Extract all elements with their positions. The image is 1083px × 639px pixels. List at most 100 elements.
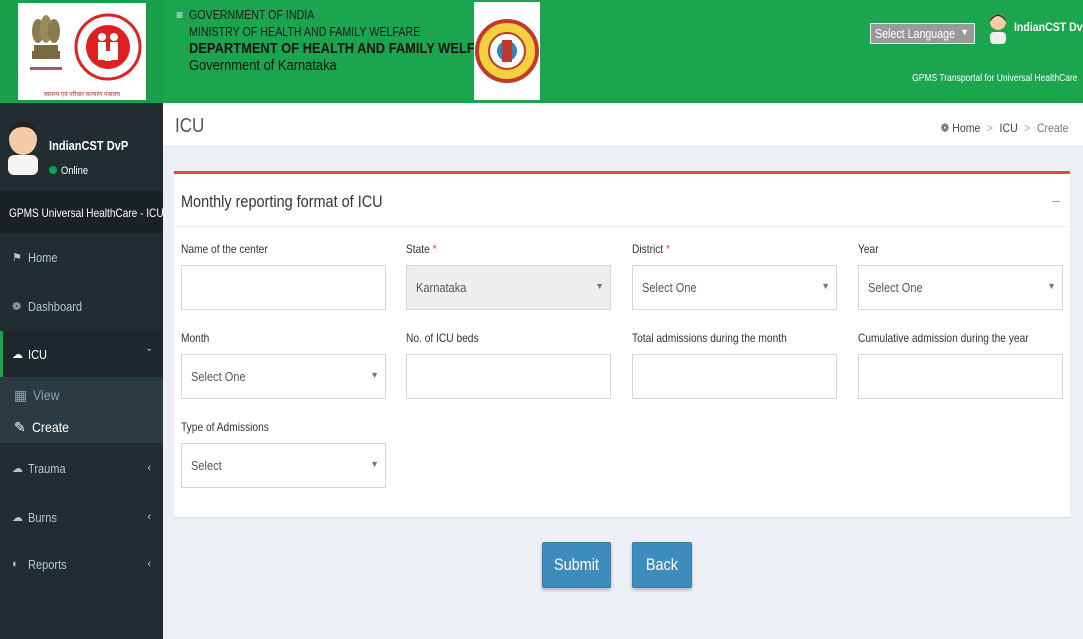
form-title: Monthly reporting format of ICU — [181, 192, 383, 211]
month-select[interactable]: Select One ▼ — [181, 354, 386, 399]
submenu-item-label: Create — [31, 419, 69, 435]
chevron-down-icon: ▼ — [1047, 281, 1056, 291]
cloud-icon: ☁ — [12, 462, 23, 475]
admission-type-value: Select — [191, 458, 222, 473]
center-name-label: Name of the center — [181, 242, 268, 256]
center-name-label-text: Name of the center — [181, 242, 268, 256]
icu-beds-label-text: No. of ICU beds — [406, 331, 479, 345]
form-box: Monthly reporting format of ICU – Name o… — [174, 171, 1070, 517]
logo-caption: स्वास्थ्य एवं परिवार कल्याण मंत्रालय — [43, 92, 121, 98]
top-header: स्वास्थ्य एवं परिवार कल्याण मंत्रालय ≡ G… — [0, 0, 1083, 103]
user-status: Online — [49, 165, 93, 177]
sidebar-item-reports[interactable]: ◐ Reports ‹ — [0, 541, 163, 587]
total-admissions-label-text: Total admissions during the month — [632, 331, 787, 345]
cumulative-admission-input[interactable] — [858, 354, 1063, 399]
sidebar-user-name: IndianCST DvP — [49, 138, 129, 153]
sidebar-item-burns[interactable]: ☁ Burns ‹ — [0, 494, 163, 540]
national-emblem-icon — [30, 15, 62, 70]
sidebar-item-label: Home — [28, 249, 58, 265]
district-label: District * — [632, 242, 670, 256]
breadcrumb: ❁ Home > ICU > Create — [941, 121, 1069, 135]
menu-toggle-icon[interactable]: ≡ — [176, 8, 183, 22]
admission-type-label-text: Type of Admissions — [181, 420, 269, 434]
submit-button-label: Submit — [554, 555, 599, 574]
edit-icon: ✎ — [14, 419, 26, 435]
back-button-label: Back — [645, 555, 679, 574]
district-select[interactable]: Select One ▼ — [632, 265, 837, 310]
district-label-text: District — [632, 242, 664, 256]
icu-beds-label: No. of ICU beds — [406, 331, 479, 345]
divider — [174, 226, 1070, 227]
breadcrumb-current: Create — [1037, 121, 1069, 135]
sidebar-item-icu[interactable]: ☁ ICU ˇ — [0, 331, 163, 377]
admission-type-select[interactable]: Select ▼ — [181, 443, 386, 488]
submenu-item-view[interactable]: ▦ View — [14, 387, 63, 404]
sidebar-item-dashboard[interactable]: ❁ Dashboard — [0, 283, 163, 329]
chevron-down-icon: ▼ — [370, 459, 379, 469]
year-label: Year — [858, 242, 879, 256]
chevron-down-icon: ▼ — [595, 281, 604, 291]
breadcrumb-separator: > — [987, 121, 994, 135]
gov-line-1: GOVERNMENT OF INDIA — [189, 7, 315, 22]
district-value: Select One — [642, 280, 697, 295]
home-icon: ⚑ — [12, 251, 22, 264]
required-marker: * — [666, 242, 670, 256]
collapse-icon[interactable]: – — [1052, 192, 1060, 208]
gov-line-4: Government of Karnataka — [189, 57, 337, 74]
sidebar-item-label: ICU — [28, 346, 48, 362]
month-label: Month — [181, 331, 209, 345]
cloud-icon: ☁ — [12, 348, 23, 361]
dashboard-icon: ❁ — [940, 121, 950, 135]
month-value: Select One — [191, 369, 246, 384]
user-status-text: Online — [61, 165, 89, 177]
breadcrumb-home[interactable]: Home — [953, 121, 981, 135]
center-name-input[interactable] — [181, 265, 386, 310]
page-title: ICU — [175, 115, 205, 137]
submenu-item-label: View — [33, 387, 60, 403]
month-label-text: Month — [181, 331, 210, 345]
dashboard-icon: ❁ — [12, 300, 22, 313]
back-button[interactable]: Back — [632, 542, 692, 588]
sidebar-section-header: GPMS Universal HealthCare - ICU — [0, 191, 164, 233]
sidebar-item-trauma[interactable]: ☁ Trauma ‹ — [0, 445, 163, 491]
state-value: Karnataka — [416, 280, 467, 295]
cumulative-admission-label-text: Cumulative admission during the year — [858, 331, 1029, 345]
submenu-item-create[interactable]: ✎ Create — [14, 419, 74, 436]
breadcrumb-section[interactable]: ICU — [1000, 121, 1018, 135]
online-dot-icon — [49, 166, 57, 174]
sidebar-item-home[interactable]: ⚑ Home — [0, 234, 163, 280]
sidebar-item-label: Reports — [28, 556, 67, 572]
content-header: ICU ❁ Home > ICU > Create — [163, 103, 1083, 147]
logo-panel: स्वास्थ्य एवं परिवार कल्याण मंत्रालय — [18, 3, 146, 100]
chevron-down-icon: ▼ — [960, 27, 969, 37]
sidebar-item-label: Dashboard — [28, 298, 83, 314]
gov-line-2: MINISTRY OF HEALTH AND FAMILY WELFARE — [189, 24, 421, 39]
sidebar-header-text: GPMS Universal HealthCare - ICU — [9, 206, 164, 220]
submit-button[interactable]: Submit — [542, 542, 611, 588]
total-admissions-label: Total admissions during the month — [632, 331, 787, 345]
header-user-name[interactable]: IndianCST DvP — [1014, 20, 1083, 34]
language-select[interactable]: Select Language ▼ — [870, 23, 975, 44]
required-marker: * — [432, 242, 437, 256]
gov-line-3: DEPARTMENT OF HEALTH AND FAMILY WELFARE — [189, 40, 502, 57]
karnataka-emblem-icon — [475, 19, 539, 83]
icu-beds-input[interactable] — [406, 354, 611, 399]
chevron-down-icon: ▼ — [370, 370, 379, 380]
table-icon: ▦ — [14, 387, 28, 403]
cumulative-admission-label: Cumulative admission during the year — [858, 331, 1029, 345]
chevron-down-icon: ˇ — [147, 348, 151, 360]
admission-type-label: Type of Admissions — [181, 420, 269, 434]
user-avatar-icon — [8, 121, 38, 175]
logo-area: स्वास्थ्य एवं परिवार कल्याण मंत्रालय — [0, 0, 163, 103]
language-select-value: Select Language — [875, 26, 956, 41]
total-admissions-input[interactable] — [632, 354, 837, 399]
nhm-logo-icon — [74, 13, 142, 81]
cloud-icon: ☁ — [12, 511, 23, 524]
breadcrumb-separator: > — [1024, 121, 1031, 135]
year-select[interactable]: Select One ▼ — [858, 265, 1063, 310]
state-select[interactable]: Karnataka ▼ — [406, 265, 611, 310]
year-value: Select One — [868, 280, 923, 295]
portal-tagline: GPMS Transportal for Universal HealthCar… — [912, 73, 1078, 84]
state-label: State * — [406, 242, 437, 256]
user-avatar-icon[interactable] — [988, 12, 1008, 44]
